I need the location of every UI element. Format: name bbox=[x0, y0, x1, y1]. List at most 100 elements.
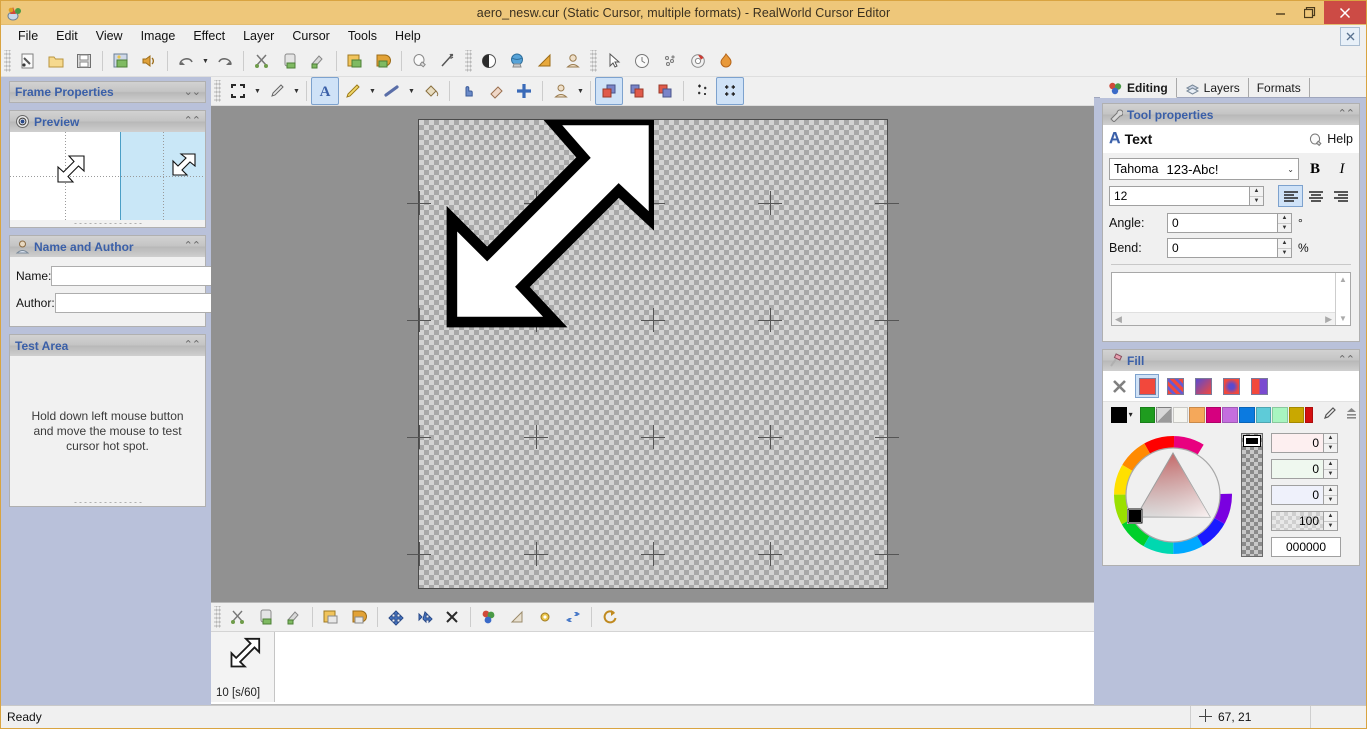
hex-color-input[interactable]: 000000 bbox=[1271, 537, 1341, 557]
chevron-up-icon[interactable]: ⌃⌃ bbox=[184, 116, 201, 127]
preview-resize-grip[interactable] bbox=[10, 220, 205, 227]
eraser-icon[interactable] bbox=[482, 77, 510, 105]
canvas-area[interactable] bbox=[211, 106, 1094, 602]
alpha-slider[interactable] bbox=[1241, 433, 1263, 557]
italic-button[interactable]: I bbox=[1331, 158, 1353, 180]
fill-type-linear-gradient[interactable] bbox=[1191, 374, 1215, 398]
frame-strip[interactable]: 10 [s/60] bbox=[211, 632, 1094, 705]
minimize-button[interactable] bbox=[1266, 1, 1295, 24]
font-select[interactable]: Tahoma 123-Abc! ⌄ bbox=[1109, 158, 1299, 180]
lightbulb-icon[interactable] bbox=[406, 47, 434, 75]
angle-stepper[interactable]: ▲▼ bbox=[1167, 213, 1292, 233]
palette-swatch[interactable] bbox=[1172, 406, 1189, 423]
bend-stepper[interactable]: ▲▼ bbox=[1167, 238, 1292, 258]
frame-properties-header[interactable]: Frame Properties ⌄⌄ bbox=[9, 81, 206, 103]
layers-front-icon[interactable] bbox=[595, 77, 623, 105]
menu-item-layer[interactable]: Layer bbox=[234, 27, 283, 45]
lifebuoy-icon[interactable] bbox=[684, 47, 712, 75]
frame-loop-icon[interactable] bbox=[596, 603, 624, 631]
move-frame-left-icon[interactable] bbox=[382, 603, 410, 631]
font-size-stepper[interactable]: ▲▼ bbox=[1109, 186, 1264, 206]
move-frame-right-icon[interactable] bbox=[410, 603, 438, 631]
align-left-button[interactable] bbox=[1278, 185, 1303, 207]
palette-swatch[interactable] bbox=[1205, 406, 1222, 423]
font-size-input[interactable] bbox=[1109, 186, 1249, 206]
snap-small-icon[interactable] bbox=[688, 77, 716, 105]
palette-swatch[interactable] bbox=[1222, 406, 1238, 423]
green-channel-stepper[interactable]: ▲▼ bbox=[1271, 459, 1341, 479]
name-and-author-header[interactable]: Name and Author ⌃⌃ bbox=[9, 235, 206, 257]
sparkle-icon[interactable] bbox=[656, 47, 684, 75]
tab-editing[interactable]: Editing bbox=[1100, 78, 1177, 98]
close-button[interactable] bbox=[1324, 1, 1366, 24]
frame-ramp-icon[interactable] bbox=[503, 603, 531, 631]
alpha-channel-stepper[interactable]: ▲▼ bbox=[1271, 511, 1341, 531]
palette-current-color[interactable] bbox=[1111, 406, 1127, 423]
palette-manage-icon[interactable] bbox=[1344, 406, 1359, 424]
red-channel-spinner[interactable]: ▲ ▼ bbox=[1323, 433, 1338, 453]
menu-item-help[interactable]: Help bbox=[386, 27, 430, 45]
avatar-tool-icon[interactable] bbox=[547, 77, 575, 105]
test-area-resize-grip[interactable] bbox=[10, 501, 205, 504]
help-link[interactable]: Help bbox=[1308, 132, 1353, 147]
open-folder-icon[interactable] bbox=[42, 47, 70, 75]
add-frame-icon[interactable] bbox=[317, 603, 345, 631]
angle-input[interactable] bbox=[1167, 213, 1277, 233]
menu-item-image[interactable]: Image bbox=[132, 27, 185, 45]
menu-item-view[interactable]: View bbox=[87, 27, 132, 45]
palette-swatch[interactable] bbox=[1139, 406, 1156, 423]
preview-canvas[interactable] bbox=[10, 132, 205, 220]
fill-type-radial-gradient[interactable] bbox=[1219, 374, 1243, 398]
gradient-triangle-icon[interactable] bbox=[531, 47, 559, 75]
arrow-pointer-icon[interactable] bbox=[600, 47, 628, 75]
menu-item-file[interactable]: File bbox=[9, 27, 47, 45]
layers-back-icon[interactable] bbox=[651, 77, 679, 105]
align-center-button[interactable] bbox=[1303, 185, 1328, 207]
copy-frame-icon[interactable] bbox=[252, 603, 280, 631]
line-tool-icon[interactable] bbox=[378, 77, 406, 105]
hotspot-crosshair-icon[interactable] bbox=[510, 77, 538, 105]
frame-swap-icon[interactable] bbox=[559, 603, 587, 631]
magic-wand-icon[interactable] bbox=[434, 47, 462, 75]
toolbar-grip[interactable] bbox=[465, 50, 472, 72]
undo-icon[interactable] bbox=[172, 47, 200, 75]
fill-type-two-color[interactable] bbox=[1247, 374, 1271, 398]
frame-settings-icon[interactable] bbox=[531, 603, 559, 631]
chevron-up-icon[interactable]: ⌃⌃ bbox=[1338, 109, 1355, 120]
blue-channel-input[interactable] bbox=[1271, 485, 1323, 505]
text-content-editor[interactable]: ▲ ▼ ◀ ▶ bbox=[1111, 272, 1351, 326]
toolbar-grip[interactable] bbox=[214, 80, 221, 102]
new-document-icon[interactable] bbox=[14, 47, 42, 75]
hand-pointer-icon[interactable] bbox=[454, 77, 482, 105]
bend-spinner[interactable]: ▲ ▼ bbox=[1277, 238, 1292, 258]
document-close-icon[interactable] bbox=[1340, 27, 1360, 46]
fill-type-solid[interactable] bbox=[1135, 374, 1159, 398]
sound-icon[interactable] bbox=[135, 47, 163, 75]
toolbar-grip[interactable] bbox=[4, 50, 11, 72]
paste-frame-icon[interactable] bbox=[280, 603, 308, 631]
palette-swatch[interactable] bbox=[1305, 406, 1314, 423]
chevron-up-icon[interactable]: ⌃⌃ bbox=[1338, 355, 1355, 366]
scroll-right-icon[interactable]: ▶ bbox=[1325, 314, 1332, 325]
font-size-spinner[interactable]: ▲ ▼ bbox=[1249, 186, 1264, 206]
frame-thumbnail[interactable]: 10 [s/60] bbox=[211, 632, 275, 702]
avatar-icon[interactable] bbox=[559, 47, 587, 75]
toolbar-grip[interactable] bbox=[214, 606, 221, 628]
green-channel-input[interactable] bbox=[1271, 459, 1323, 479]
layers-middle-icon[interactable] bbox=[623, 77, 651, 105]
pencil-icon[interactable] bbox=[339, 77, 367, 105]
tab-layers[interactable]: Layers bbox=[1177, 78, 1249, 97]
menu-item-effect[interactable]: Effect bbox=[184, 27, 234, 45]
bend-input[interactable] bbox=[1167, 238, 1277, 258]
selection-dropdown-chevron-icon[interactable]: ▼ bbox=[252, 78, 263, 104]
cut-scissors-icon[interactable] bbox=[224, 603, 252, 631]
menu-item-edit[interactable]: Edit bbox=[47, 27, 87, 45]
angle-spinner[interactable]: ▲ ▼ bbox=[1277, 213, 1292, 233]
export-image-icon[interactable] bbox=[369, 47, 397, 75]
delete-frame-icon[interactable] bbox=[438, 603, 466, 631]
tool-properties-header[interactable]: Tool properties ⌃⌃ bbox=[1102, 103, 1360, 125]
fill-type-hatch[interactable] bbox=[1163, 374, 1187, 398]
tab-formats[interactable]: Formats bbox=[1249, 78, 1310, 97]
scroll-up-icon[interactable]: ▲ bbox=[1339, 275, 1347, 284]
palette-swatch[interactable] bbox=[1189, 406, 1205, 423]
